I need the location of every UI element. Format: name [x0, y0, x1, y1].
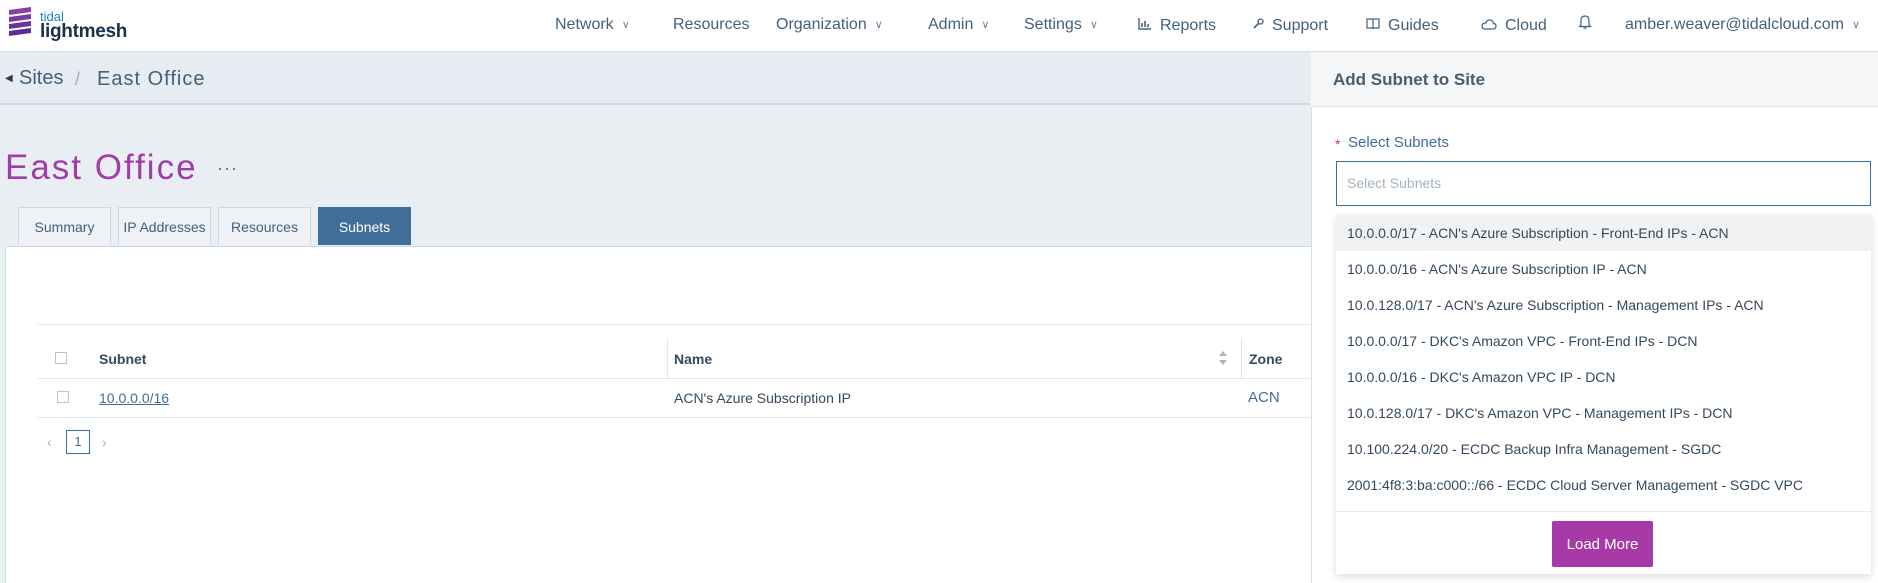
pager-page-1[interactable]: 1 [66, 430, 90, 454]
subnet-option[interactable]: 10.0.0.0/17 - ACN's Azure Subscription -… [1336, 215, 1871, 251]
cloud-icon [1481, 13, 1497, 37]
subnet-option[interactable]: 10.0.0.0/16 - ACN's Azure Subscription I… [1336, 251, 1871, 287]
nav-settings[interactable]: Settings ∨ [1024, 13, 1098, 37]
subnet-option[interactable]: 2001:4f8:3:ba:c000::/66 - ECDC Cloud Ser… [1336, 467, 1871, 503]
select-all-checkbox[interactable] [55, 352, 67, 364]
breadcrumb-current: East Office [97, 68, 206, 90]
pager-next-button[interactable]: › [102, 434, 107, 450]
support-icon [1252, 13, 1264, 37]
drawer-title: Add Subnet to Site [1333, 70, 1486, 89]
tab-ip-addresses[interactable]: IP Addresses [118, 207, 211, 245]
nav-admin-label: Admin [928, 16, 974, 33]
nav-reports-label: Reports [1160, 17, 1217, 34]
nav-organization[interactable]: Organization ∨ [776, 13, 883, 37]
nav-support[interactable]: Support [1252, 13, 1328, 37]
dropdown-divider [1336, 511, 1871, 512]
user-menu[interactable]: amber.weaver@tidalcloud.com ∨ [1625, 13, 1860, 37]
breadcrumb-sites-link[interactable]: Sites [19, 67, 63, 90]
nav-resources-label: Resources [673, 16, 750, 33]
zone-link[interactable]: ACN [1248, 389, 1280, 406]
notifications-button[interactable] [1578, 13, 1592, 37]
subnet-option[interactable]: 10.0.128.0/17 - DKC's Amazon VPC - Manag… [1336, 395, 1871, 431]
brand-name-bottom: lightmesh [40, 21, 128, 42]
nav-reports[interactable]: Reports [1138, 13, 1216, 37]
chevron-down-icon: ∨ [621, 19, 630, 31]
pager-prev-button[interactable]: ‹ [47, 434, 52, 450]
nav-admin[interactable]: Admin ∨ [928, 13, 989, 37]
nav-guides-label: Guides [1388, 17, 1439, 34]
toolbar-divider [37, 324, 1317, 325]
subnet-option[interactable]: 10.0.0.0/16 - DKC's Amazon VPC IP - DCN [1336, 359, 1871, 395]
tab-summary[interactable]: Summary [18, 207, 111, 245]
guides-icon [1366, 13, 1380, 37]
required-marker: * [1335, 136, 1341, 152]
select-subnets-label: Select Subnets [1348, 134, 1449, 151]
subnet-option[interactable]: 10.0.128.0/17 - ACN's Azure Subscription… [1336, 287, 1871, 323]
tab-subnets[interactable]: Subnets [318, 207, 411, 245]
column-header-subnet[interactable]: Subnet [99, 351, 146, 367]
brand-logo[interactable]: tidal lightmesh [6, 6, 136, 46]
page-title: East Office [5, 148, 198, 187]
nav-cloud[interactable]: Cloud [1481, 13, 1547, 37]
breadcrumb-separator: / [75, 69, 81, 89]
nav-settings-label: Settings [1024, 16, 1082, 33]
nav-organization-label: Organization [776, 16, 867, 33]
row-divider [37, 417, 1317, 418]
column-divider [1241, 338, 1242, 378]
subnet-name-cell: ACN's Azure Subscription IP [674, 390, 851, 406]
subnets-panel [5, 246, 1315, 583]
load-more-button[interactable]: Load More [1552, 521, 1653, 567]
column-header-name[interactable]: Name [674, 351, 712, 367]
subnet-option[interactable]: 10.0.0.0/17 - DKC's Amazon VPC - Front-E… [1336, 323, 1871, 359]
logo-mark-icon [9, 7, 31, 36]
caret-left-icon[interactable]: ◀ [5, 73, 13, 84]
column-header-zone[interactable]: Zone [1249, 351, 1282, 367]
chevron-down-icon: ∨ [874, 19, 883, 31]
nav-network-label: Network [555, 16, 614, 33]
subnet-option[interactable]: 10.100.224.0/20 - ECDC Backup Infra Mana… [1336, 431, 1871, 467]
column-divider [667, 338, 668, 378]
nav-support-label: Support [1272, 17, 1329, 34]
sort-icon[interactable] [1218, 349, 1228, 367]
select-subnets-placeholder: Select Subnets [1347, 175, 1442, 191]
nav-guides[interactable]: Guides [1366, 13, 1439, 37]
nav-resources[interactable]: Resources [673, 13, 749, 37]
more-icon[interactable]: ··· [217, 158, 238, 179]
nav-network[interactable]: Network ∨ [555, 13, 630, 37]
chevron-down-icon: ∨ [981, 19, 990, 31]
reports-icon [1138, 13, 1152, 37]
chevron-down-icon: ∨ [1089, 19, 1098, 31]
user-email: amber.weaver@tidalcloud.com [1625, 16, 1845, 33]
nav-cloud-label: Cloud [1505, 17, 1547, 34]
subnet-link[interactable]: 10.0.0.0/16 [99, 390, 169, 406]
chevron-down-icon: ∨ [1852, 19, 1861, 31]
tab-resources[interactable]: Resources [218, 207, 311, 245]
bell-icon [1578, 15, 1592, 33]
row-checkbox[interactable] [57, 391, 69, 403]
